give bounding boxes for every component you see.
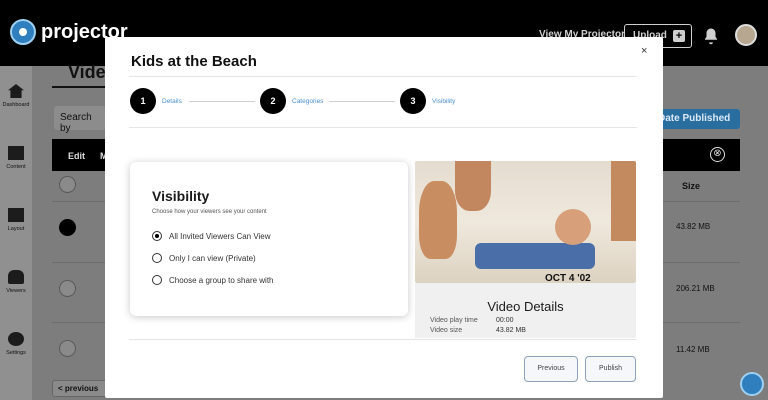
search-input[interactable]: Search by — [54, 106, 106, 134]
column-header-size: Size — [682, 181, 701, 191]
thumb-figure — [475, 243, 595, 269]
gear-icon — [8, 332, 24, 346]
title-underline — [52, 86, 107, 88]
visibility-title: Visibility — [152, 188, 210, 204]
thumb-figure — [455, 161, 491, 211]
table-row-select[interactable] — [59, 219, 76, 236]
step-connector — [329, 101, 395, 102]
plus-icon: + — [673, 30, 685, 42]
visibility-option-all-viewers[interactable]: All Invited Viewers Can View — [152, 231, 271, 241]
sidebar-item-layout[interactable]: Layout — [0, 208, 32, 232]
row-size: 43.82 MB — [676, 222, 711, 231]
thumb-figure — [555, 209, 591, 245]
divider — [129, 339, 637, 340]
table-row-select[interactable] — [59, 280, 76, 297]
row-size: 11.42 MB — [676, 345, 710, 354]
step-3-circle[interactable]: 3 — [400, 88, 426, 114]
layout-icon — [8, 208, 24, 222]
option-label: Only I can view (Private) — [169, 253, 256, 263]
video-details-title: Video Details — [487, 299, 564, 314]
step-1-circle[interactable]: 1 — [130, 88, 156, 114]
step-connector — [189, 101, 255, 102]
radio-unselected[interactable] — [152, 253, 162, 263]
visibility-card: Visibility Choose how your viewers see y… — [130, 162, 408, 316]
date-published-sort-button[interactable]: Date Published — [652, 109, 740, 129]
size-label: Video size — [430, 327, 463, 334]
table-row-select[interactable] — [59, 340, 76, 357]
size-value: 43.82 MB — [496, 327, 526, 334]
sidebar-item-content[interactable]: Content — [0, 146, 32, 170]
step-2-circle[interactable]: 2 — [260, 88, 286, 114]
bell-icon[interactable] — [702, 27, 720, 45]
clear-filter-icon[interactable]: ⊗ — [710, 147, 725, 162]
sidebar-item-label: Dashboard — [2, 102, 30, 108]
radio-selected[interactable] — [152, 231, 162, 241]
row-select-all[interactable] — [59, 176, 76, 193]
visibility-subtitle: Choose how your viewers see your content — [152, 209, 267, 215]
sidebar-item-label: Viewers — [6, 288, 26, 294]
thumb-figure — [611, 161, 636, 241]
sidebar: Dashboard Content Layout Viewers Setting… — [0, 66, 32, 400]
sidebar-item-label: Layout — [7, 226, 25, 232]
divider — [129, 76, 637, 77]
sidebar-item-viewers[interactable]: Viewers — [0, 270, 32, 294]
close-icon[interactable]: × — [641, 45, 647, 57]
video-details: Video Details Video play time 00:00 Vide… — [415, 283, 636, 338]
previous-page-button[interactable]: < previous — [52, 380, 108, 397]
visibility-option-private[interactable]: Only I can view (Private) — [152, 253, 256, 263]
sidebar-item-label: Content — [6, 164, 26, 170]
clapperboard-icon — [8, 146, 24, 160]
thumbnail-date-stamp: OCT 4 '02 — [545, 273, 591, 283]
sidebar-item-label: Settings — [6, 350, 26, 356]
row-size: 206.21 MB — [676, 284, 715, 293]
previous-button[interactable]: Previous — [524, 356, 578, 382]
home-icon — [8, 84, 24, 98]
modal-title: Kids at the Beach — [131, 53, 257, 70]
video-size-row: Video size 43.82 MB — [430, 327, 526, 334]
video-play-time-row: Video play time 00:00 — [430, 317, 514, 324]
video-thumbnail[interactable]: OCT 4 '02 — [415, 161, 636, 283]
publish-modal: × Kids at the Beach 1 Details 2 Categori… — [105, 37, 663, 398]
people-icon — [8, 270, 24, 284]
column-header-edit: Edit — [68, 151, 85, 161]
step-1-label[interactable]: Details — [162, 98, 182, 105]
play-time-value: 00:00 — [496, 317, 514, 324]
step-2-label[interactable]: Categories — [292, 98, 323, 105]
publish-button[interactable]: Publish — [585, 356, 636, 382]
option-label: Choose a group to share with — [169, 275, 274, 285]
thumb-figure — [419, 181, 457, 259]
step-3-label[interactable]: Visibility — [432, 98, 455, 105]
play-time-label: Video play time — [430, 317, 478, 324]
divider — [129, 127, 637, 128]
visibility-option-group[interactable]: Choose a group to share with — [152, 275, 274, 285]
projector-badge-icon[interactable] — [740, 372, 764, 396]
projector-logo-icon — [10, 19, 36, 45]
user-avatar[interactable] — [735, 24, 757, 46]
radio-unselected[interactable] — [152, 275, 162, 285]
sidebar-item-settings[interactable]: Settings — [0, 332, 32, 356]
option-label: All Invited Viewers Can View — [169, 231, 271, 241]
sidebar-item-dashboard[interactable]: Dashboard — [0, 84, 32, 108]
